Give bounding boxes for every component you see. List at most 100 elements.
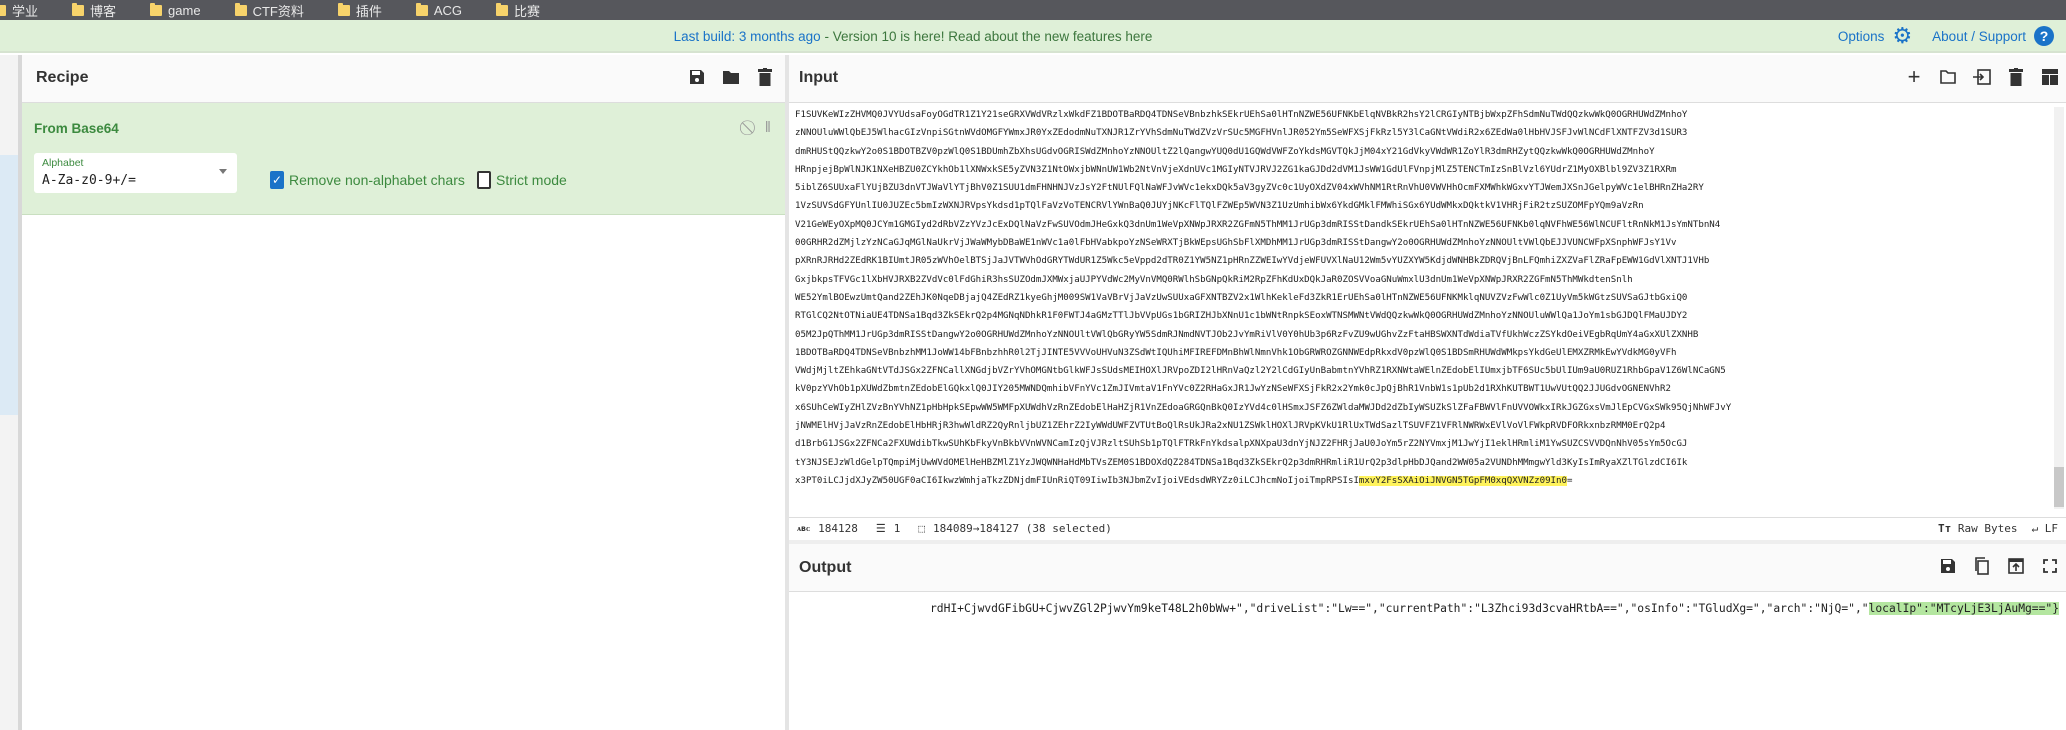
bookmark-label: 博客 xyxy=(90,3,117,19)
input-line: V21GeWEyOXpMQ0JCYm1GMGIyd2dRbVZzYVzJcExD… xyxy=(795,219,1721,230)
folder-icon xyxy=(150,2,163,16)
open-file-import-icon[interactable] xyxy=(1972,67,1992,87)
add-tab-plus-icon[interactable]: + xyxy=(1904,64,1924,89)
copy-output-icon[interactable] xyxy=(1972,556,1992,576)
load-recipe-folder-icon[interactable] xyxy=(721,67,741,87)
save-recipe-icon[interactable] xyxy=(687,67,707,87)
bookmark-label: game xyxy=(168,2,201,18)
open-folder-icon[interactable] xyxy=(1938,67,1958,87)
input-line: d1BrbG1JSGx2ZFNCa2FXUWdibTkwSUhKbFkyVnBk… xyxy=(795,439,1688,450)
replace-input-with-output-icon[interactable] xyxy=(2006,556,2026,576)
options-link[interactable]: Options xyxy=(1838,29,1885,44)
input-title: Input xyxy=(799,69,839,86)
input-lines: 1 xyxy=(893,522,901,535)
lines-icon: ☰ xyxy=(875,522,886,535)
output-text[interactable]: rdHI+CjwvdGFibGU+CjwvZGl2PjwvYm9keT48L2h… xyxy=(789,602,2059,615)
clear-input-trash-icon[interactable] xyxy=(2006,67,2026,87)
checkbox-checked-icon[interactable]: ✓ xyxy=(270,171,284,189)
version-message-link[interactable]: Version 10 is here! Read about the new f… xyxy=(833,29,1153,44)
encoding-label: Raw Bytes xyxy=(1957,522,2018,535)
strict-mode-checkbox[interactable]: Strict mode xyxy=(477,171,567,189)
folder-icon xyxy=(0,4,6,16)
banner-message: Last build: 3 months ago - Version 10 is… xyxy=(0,29,2066,44)
gear-icon[interactable]: ⚙ xyxy=(1892,25,1912,47)
input-line: kV0pzYVhOb1pXUWdZbmtnZEdobElGQkxlQ0JIY20… xyxy=(795,384,1671,395)
output-title: Output xyxy=(799,559,852,576)
remove-non-alphabet-checkbox[interactable]: ✓ Remove non-alphabet chars xyxy=(270,171,465,189)
selection-icon: ⬚ xyxy=(918,522,926,535)
input-line: RTGlCQ2NtOTNiaUE4TDNSa1Bqd3ZkSEkrQ2p4MGN… xyxy=(795,311,1688,322)
folder-icon xyxy=(496,2,509,16)
banner-separator: - xyxy=(820,29,833,44)
output-highlight: localIp":"MTcyLjE3LjAuMg=="} xyxy=(1868,602,2059,615)
input-line: HRnpjejBpWlNJK1NXeHBZU0ZCYkhOb1lXNWxkSE5… xyxy=(795,164,1677,175)
folder-icon xyxy=(72,2,85,16)
input-selection: 184089→184127 (38 selected) xyxy=(933,522,1112,535)
input-line: pXRnRJRHd2ZEdRK1BIUmtJR05zWVhOelBTSjJaJV… xyxy=(795,256,1710,267)
bookmark-folder[interactable]: 插件 xyxy=(337,1,382,20)
bookmark-folder[interactable]: ACG xyxy=(415,2,462,18)
operation-from-base64[interactable]: From Base64 ⃠ ǁ Alphabet A-Za-z0-9+/= ✓ … xyxy=(22,103,785,215)
input-line: VWdjMjltZEhkaGNtVTdJSGx2ZFNCallXNGdjbVZr… xyxy=(795,366,1726,377)
bookmark-folder[interactable]: game xyxy=(150,2,201,18)
save-output-icon[interactable] xyxy=(1938,556,1958,576)
output-header: Output xyxy=(789,544,2066,592)
output-panel: Output rdHI+CjwvdGFibGU+CjwvZGl2PjwvYm9k… xyxy=(789,540,2066,730)
text-encoding-icon: Tт xyxy=(1938,522,1952,535)
input-scrollbar[interactable] xyxy=(2054,107,2064,509)
notification-banner: Last build: 3 months ago - Version 10 is… xyxy=(0,20,2066,53)
chevron-down-icon xyxy=(219,169,227,174)
folder-icon xyxy=(337,2,350,16)
breakpoint-pause-icon[interactable]: ǁ xyxy=(765,119,771,136)
about-support-link[interactable]: About / Support xyxy=(1932,29,2026,44)
bookmark-folder[interactable]: 学业 xyxy=(0,1,38,20)
operations-panel-highlight xyxy=(0,155,18,415)
remove-non-alphabet-label: Remove non-alphabet chars xyxy=(289,172,465,188)
clear-recipe-trash-icon[interactable] xyxy=(755,67,775,87)
scrollbar-thumb[interactable] xyxy=(2054,467,2064,507)
input-textarea[interactable]: F1SUVKeWIzZHVMQ0JVYUdsaFoyOGdTR1Z1Y21seG… xyxy=(795,106,2053,513)
input-line: WE52YmlBOEwzUmtQand2ZEhJK0NqeDBjajQ4ZEdR… xyxy=(795,292,1688,303)
input-text-segment: = xyxy=(1566,475,1573,486)
operation-title: From Base64 xyxy=(34,121,119,136)
input-line: 5iblZ6SUUxaFlYUjBZU3dnVTJWaVlYTjBhV0Z1SU… xyxy=(795,183,1704,194)
length-abc-icon: ᴀʙᴄ xyxy=(797,524,811,533)
eol-label: LF xyxy=(2044,522,2058,535)
last-build-link[interactable]: Last build: 3 months ago xyxy=(674,29,821,44)
eol-button[interactable]: ↵ LF xyxy=(2032,522,2059,535)
alphabet-label: Alphabet xyxy=(42,157,84,169)
bookmark-label: 学业 xyxy=(12,3,39,19)
input-line: 00GRHR2dZMjlzYzNCaGJqMGlNaUkrVjJWaWMybDB… xyxy=(795,238,1677,249)
bookmark-folder[interactable]: CTF资料 xyxy=(234,1,304,20)
alphabet-select[interactable]: Alphabet A-Za-z0-9+/= xyxy=(34,153,237,193)
encoding-button[interactable]: Tт Raw Bytes xyxy=(1938,522,2017,535)
input-line: 1VzSUVSdGFYUnlIU0JUZEc5bmIzWXNJRVpsYkdsd… xyxy=(795,201,1644,212)
input-line-last: x3PT0iLCJjdXJyZW50UGF0aCI6IkwzWmhjaTkzZD… xyxy=(795,472,2053,490)
input-line: 1BDOTBaRDQ4TDNSeVBnbzhMM1JoWW14bFBnbzhhR… xyxy=(795,347,1677,358)
recipe-panel: Recipe From Base64 ⃠ ǁ Alphabet A-Za-z0-… xyxy=(22,55,785,730)
bookmark-label: 插件 xyxy=(355,3,382,19)
reset-layout-icon[interactable] xyxy=(2040,67,2060,87)
checkbox-unchecked-icon[interactable] xyxy=(477,171,491,189)
selected-text: mxvY2FsSXAiOiJNVGN5TGpFM0xqQXVNZz09In0 xyxy=(1358,475,1567,486)
bookmark-folder[interactable]: 博客 xyxy=(72,1,116,20)
input-status-bar: ᴀʙᴄ 184128 ☰ 1 ⬚ 184089→184127 (38 selec… xyxy=(789,517,2066,539)
input-line: GxjbkpsTFVGc1lXbHVJRXB2ZVdVc0lFdGhiR3hsS… xyxy=(795,274,1633,285)
maximise-output-icon[interactable] xyxy=(2040,556,2060,576)
recipe-title: Recipe xyxy=(36,69,89,86)
bookmark-label: 比赛 xyxy=(514,3,541,19)
input-line: zNNOUluWWlQbEJ5WlhacGIzVnpiSGtnWVdOMGFYW… xyxy=(795,128,1688,139)
input-panel: Input + F1SUVKeWIzZHVMQ0JVYUdsaFoyOGdTR1… xyxy=(789,55,2066,540)
input-text-segment: x3PT0iLCJjdXJyZW50UGF0aCI6IkwzWmhjaTkzZD… xyxy=(795,475,1359,486)
help-icon[interactable]: ? xyxy=(2034,26,2054,46)
operations-panel-edge xyxy=(0,55,22,730)
input-length: 184128 xyxy=(818,522,858,535)
input-line: F1SUVKeWIzZHVMQ0JVYUdsaFoyOGdTR1Z1Y21seG… xyxy=(795,110,1688,120)
output-text-prefix: rdHI+CjwvdGFibGU+CjwvZGl2PjwvYm9keT48L2h… xyxy=(929,602,1869,615)
bookmark-folder[interactable]: 比赛 xyxy=(496,1,540,20)
folder-icon xyxy=(415,2,428,16)
return-arrow-icon: ↵ xyxy=(2031,522,2039,535)
input-line: x6SUhCeWIyZHlZVzBnYVhNZ1pHbHpkSEpwWW5WMF… xyxy=(795,402,1732,413)
input-line: dmRHUStQQzkwY2o0S1BDOTBZV0pzWlQ0S1BDUmhZ… xyxy=(795,146,1655,157)
input-line: tY3NJSEJzWldGelpTQmpiMjUwWVdOMElHeHBZMlZ… xyxy=(795,457,1688,468)
